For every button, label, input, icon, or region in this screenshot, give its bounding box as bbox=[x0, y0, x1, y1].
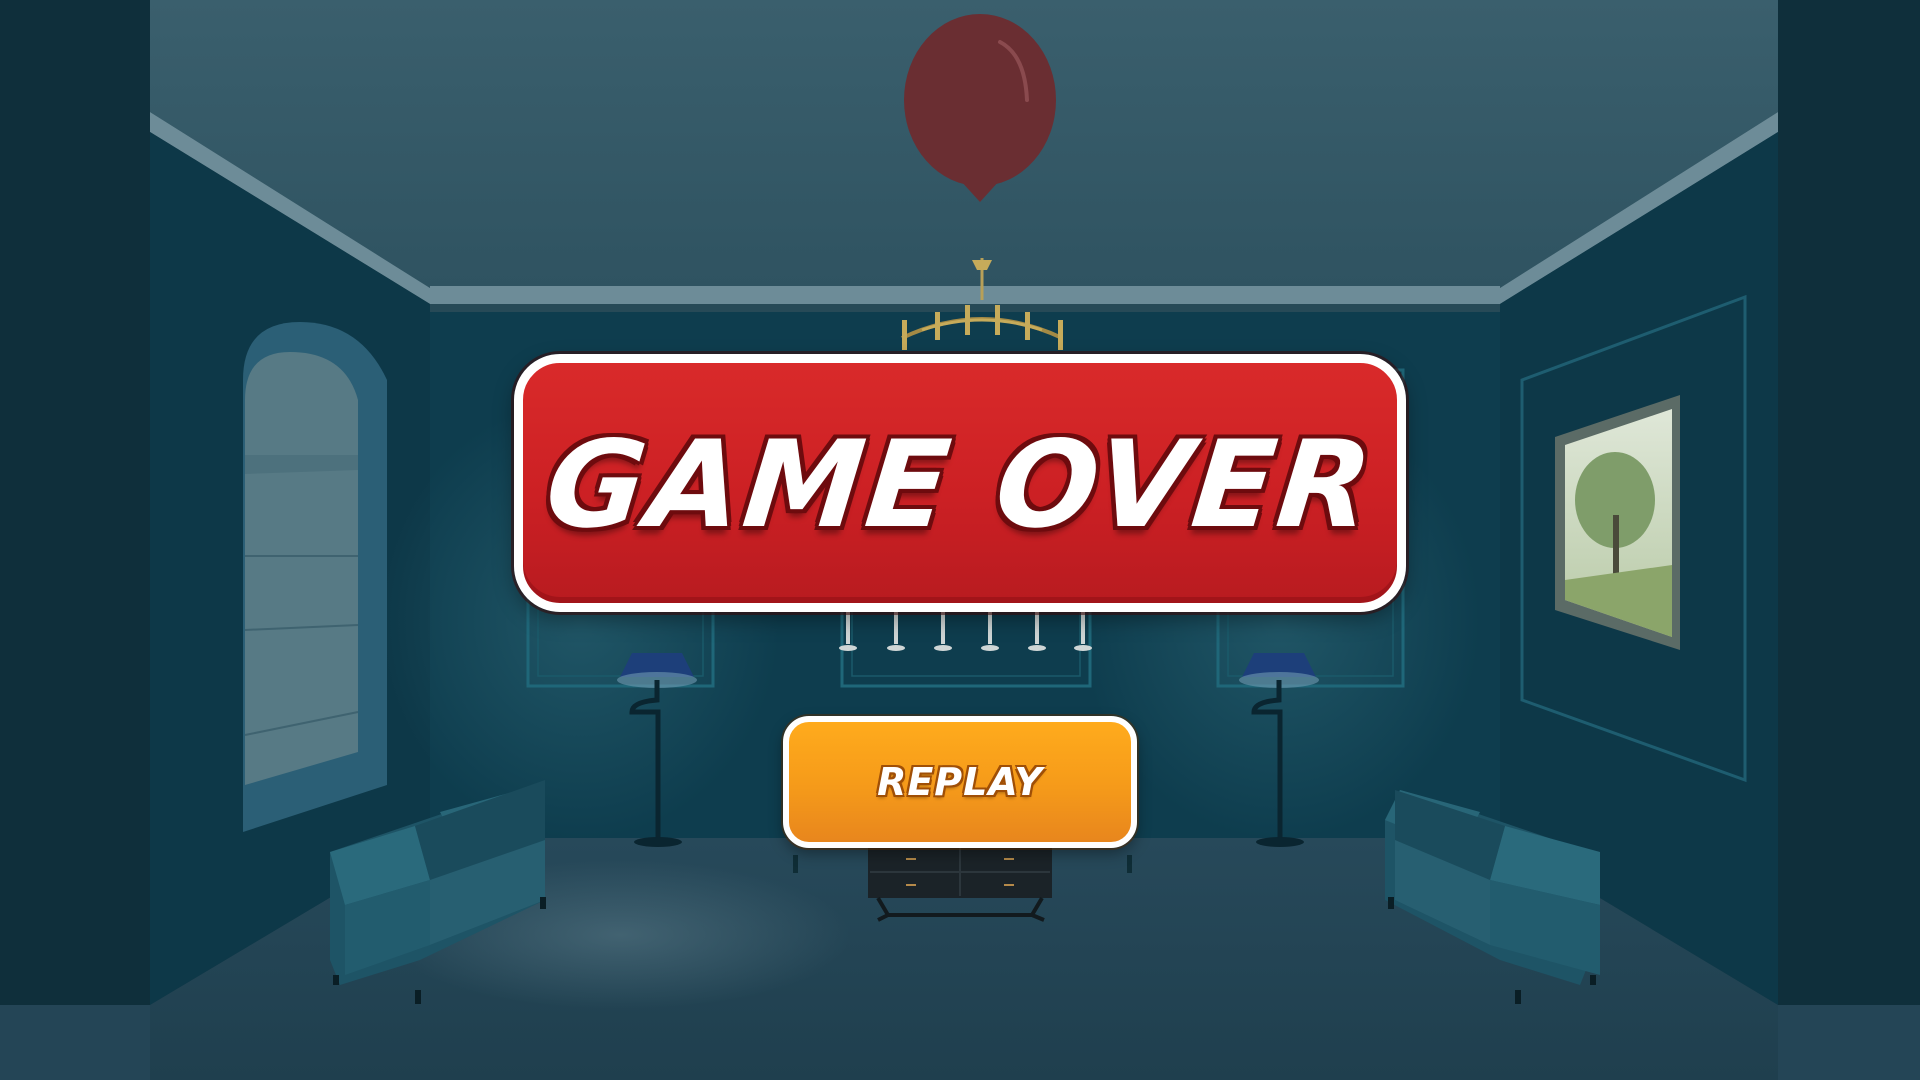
right-pillar bbox=[1778, 0, 1920, 1080]
replay-label: REPLAY bbox=[877, 760, 1043, 804]
game-over-banner: GAME OVER bbox=[514, 354, 1406, 612]
arched-window bbox=[243, 322, 387, 832]
back-cornice bbox=[430, 286, 1500, 304]
replay-button[interactable]: REPLAY bbox=[783, 716, 1137, 848]
left-pillar bbox=[0, 0, 150, 1080]
game-over-title: GAME OVER bbox=[539, 415, 1381, 555]
game-screen: GAME OVER REPLAY bbox=[0, 0, 1920, 1080]
